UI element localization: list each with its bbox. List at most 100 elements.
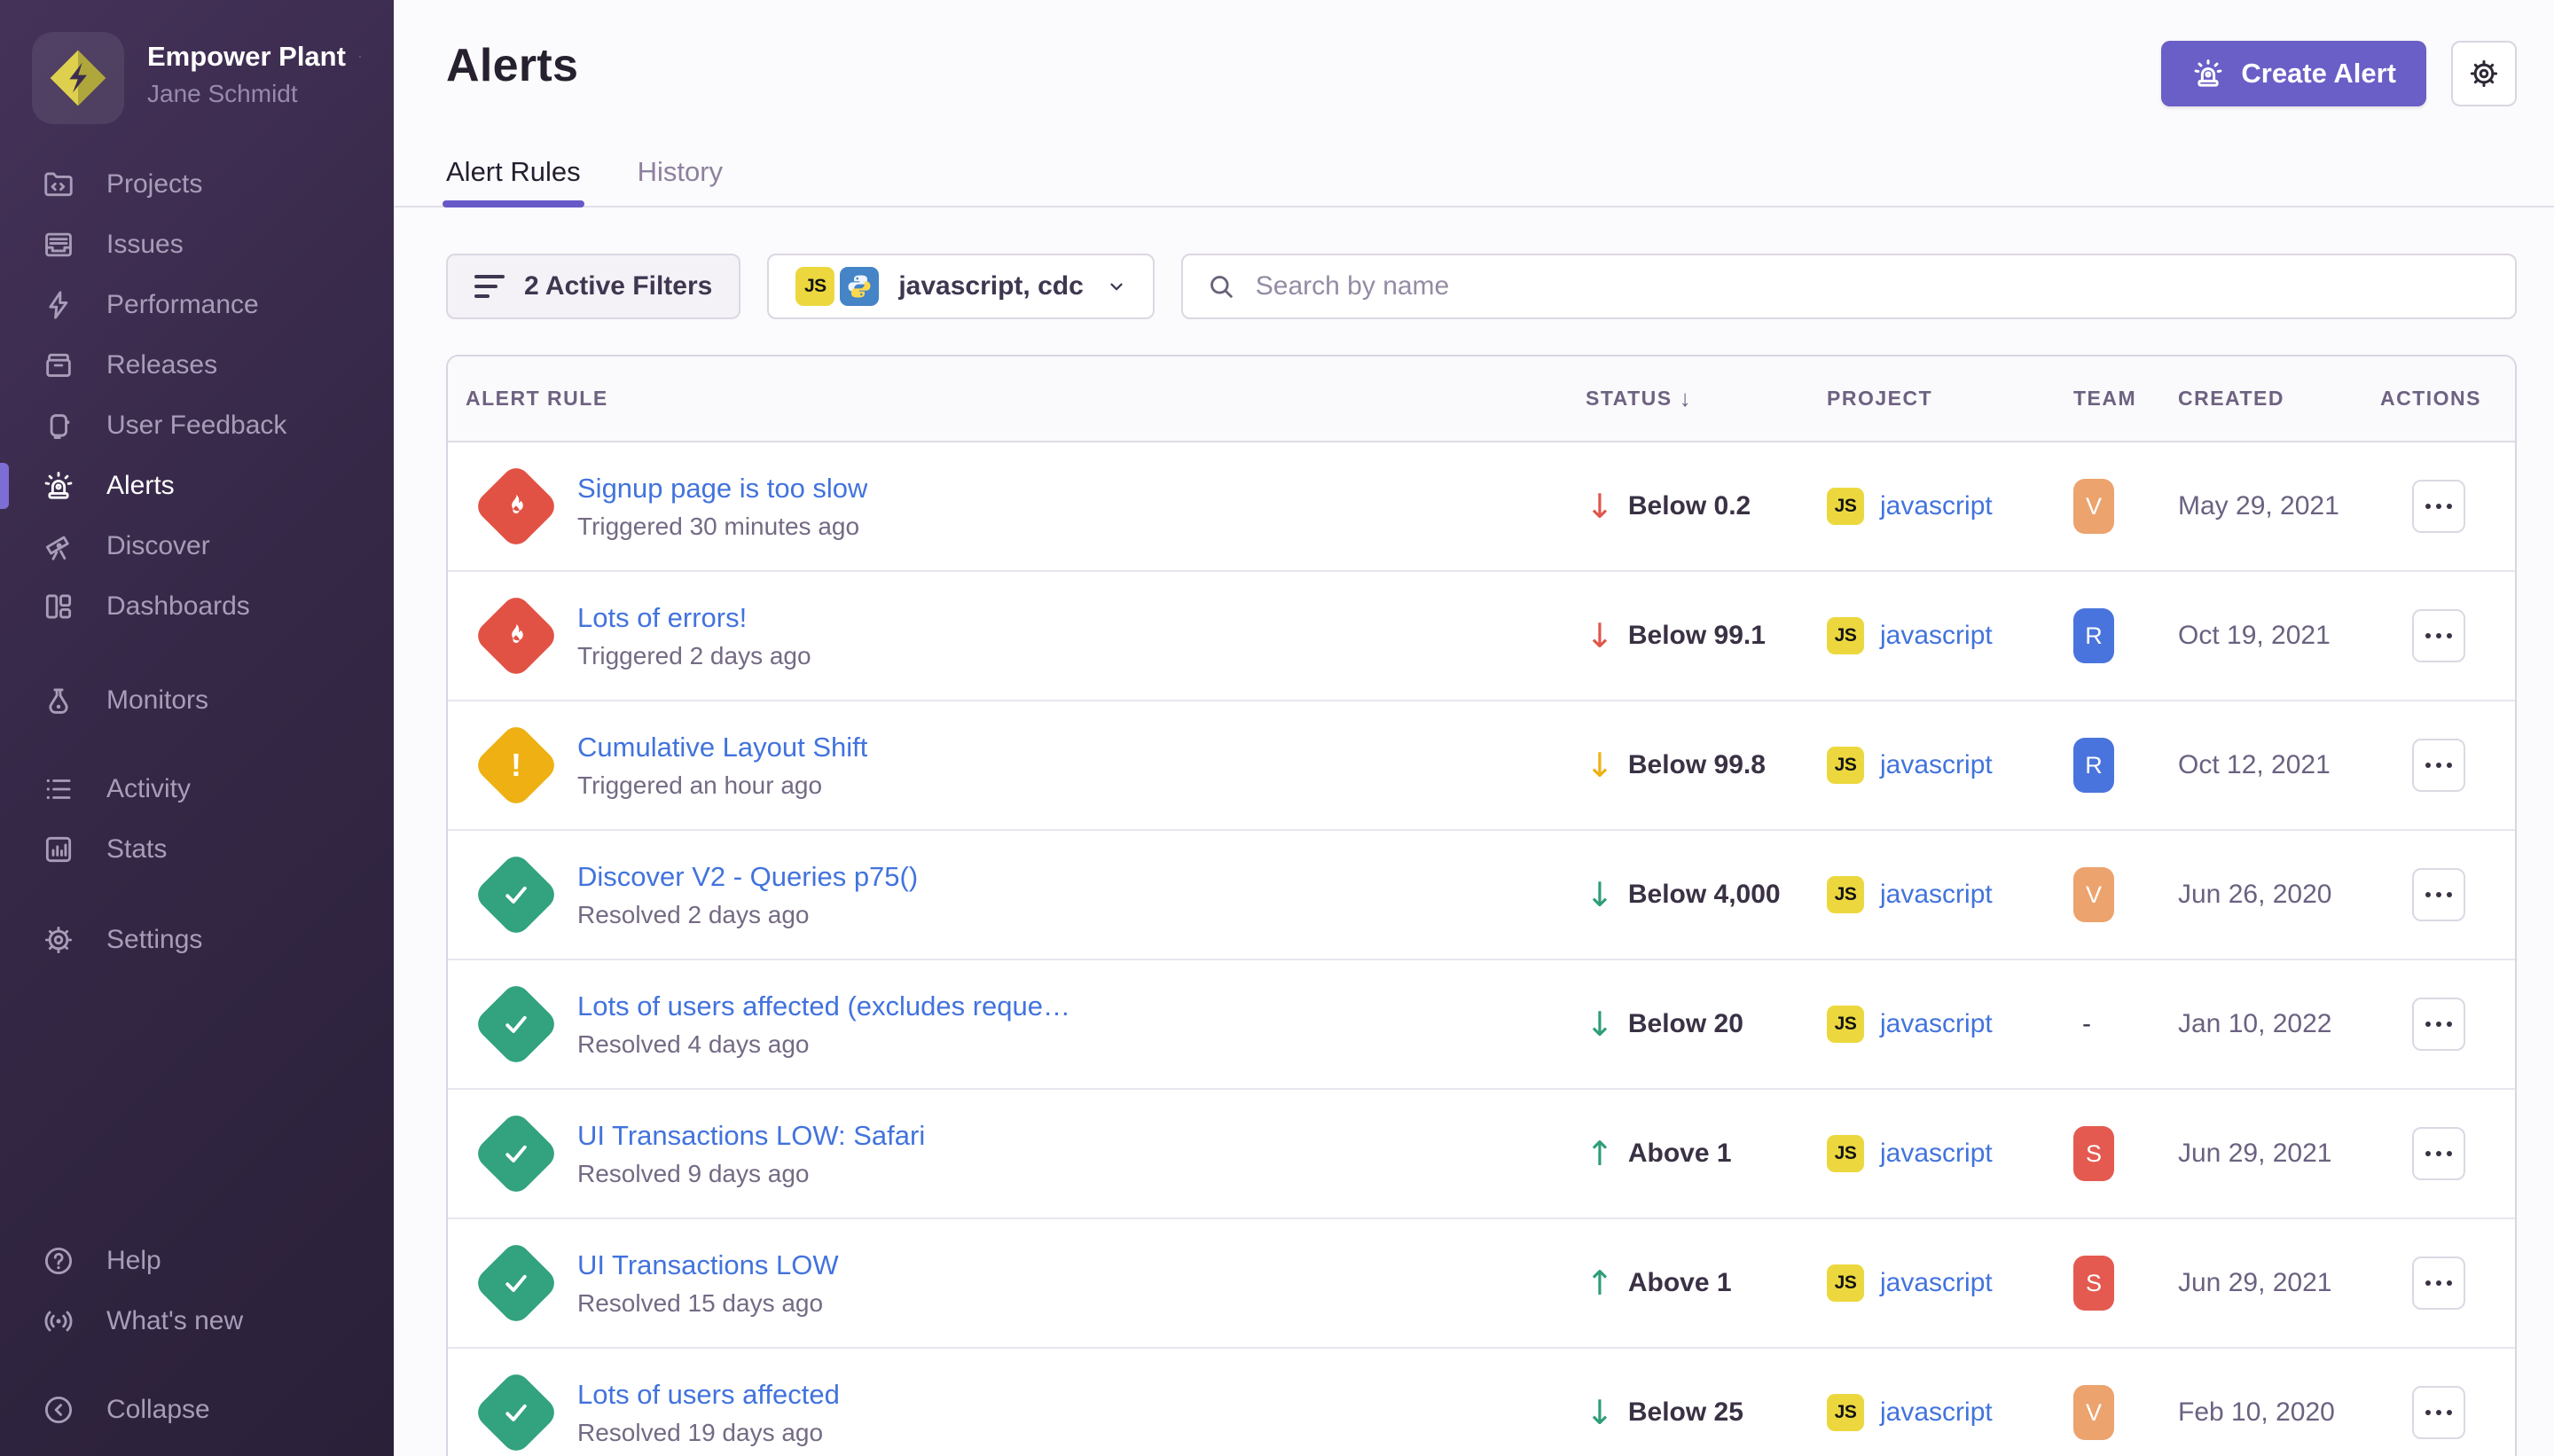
project-link[interactable]: javascript xyxy=(1880,750,1993,780)
sidebar-item-releases[interactable]: Releases xyxy=(0,335,394,395)
column-header-actions: ACTIONS xyxy=(2380,387,2497,411)
team-cell: R xyxy=(2073,608,2178,663)
row-actions-button[interactable] xyxy=(2412,1386,2465,1439)
team-avatar: S xyxy=(2073,1256,2114,1311)
project-link[interactable]: javascript xyxy=(1880,491,1993,521)
stats-icon xyxy=(41,832,76,867)
sidebar-footer-nav: Help What's new Collapse xyxy=(0,1231,394,1456)
project-link[interactable]: javascript xyxy=(1880,1139,1993,1169)
sidebar-item-user-feedback[interactable]: User Feedback xyxy=(0,395,394,456)
sidebar-item-collapse[interactable]: Collapse xyxy=(0,1380,394,1440)
status-value: Below 0.2 xyxy=(1628,491,1751,521)
active-filters-button[interactable]: 2 Active Filters xyxy=(446,254,740,319)
sidebar-item-activity[interactable]: Activity xyxy=(0,759,394,819)
performance-icon xyxy=(41,287,76,323)
sidebar-item-projects[interactable]: Projects xyxy=(0,154,394,215)
status-down-arrow-icon: ↓ xyxy=(1586,1396,1614,1429)
created-date: May 29, 2021 xyxy=(2178,491,2380,521)
alert-settings-button[interactable] xyxy=(2451,41,2517,106)
table-row: UI Transactions LOW: Safari Resolved 9 d… xyxy=(448,1090,2515,1219)
page-header: Alerts Create Alert xyxy=(394,0,2554,106)
column-header-status[interactable]: STATUS↓ xyxy=(1586,385,1827,412)
javascript-project-icon: JS xyxy=(1827,747,1864,784)
org-avatar xyxy=(32,32,124,124)
table-header-row: ALERT RULE STATUS↓ PROJECT TEAM CREATED … xyxy=(448,356,2515,442)
sidebar-item-monitors[interactable]: Monitors xyxy=(0,670,394,731)
alert-rule-title-link[interactable]: UI Transactions LOW: Safari xyxy=(577,1120,925,1152)
whats-new-icon xyxy=(41,1303,76,1339)
sidebar-item-help[interactable]: Help xyxy=(0,1231,394,1291)
team-cell: V xyxy=(2073,867,2178,922)
page-title: Alerts xyxy=(446,41,578,91)
alert-rule-title-link[interactable]: Cumulative Layout Shift xyxy=(577,732,867,763)
alert-rule-subtitle: Resolved 9 days ago xyxy=(577,1160,925,1188)
javascript-project-icon: JS xyxy=(795,267,834,306)
row-actions-button[interactable] xyxy=(2412,1127,2465,1180)
status-value: Below 4,000 xyxy=(1628,880,1781,910)
project-link[interactable]: javascript xyxy=(1880,880,1993,910)
team-cell: V xyxy=(2073,479,2178,534)
sidebar-nav: Projects Issues Performance Releases Use… xyxy=(0,154,394,970)
org-switcher[interactable]: Empower Plant Jane Schmidt xyxy=(0,32,394,124)
team-cell: V xyxy=(2073,1385,2178,1440)
sidebar-item-dashboards[interactable]: Dashboards xyxy=(0,576,394,637)
alert-rule-title-link[interactable]: Lots of users affected xyxy=(577,1379,840,1411)
row-actions-button[interactable] xyxy=(2412,998,2465,1051)
sidebar-item-what-s-new[interactable]: What's new xyxy=(0,1291,394,1351)
row-actions-button[interactable] xyxy=(2412,609,2465,662)
chevron-down-icon xyxy=(358,47,362,67)
status-value: Below 99.8 xyxy=(1628,750,1766,780)
status-down-arrow-icon: ↓ xyxy=(1586,748,1614,782)
status-value: Below 99.1 xyxy=(1628,621,1766,651)
team-none: - xyxy=(2073,1009,2091,1039)
row-actions-button[interactable] xyxy=(2412,1256,2465,1310)
project-selector[interactable]: JS javascript, cdc xyxy=(767,254,1154,319)
create-alert-button[interactable]: Create Alert xyxy=(2161,41,2426,106)
status-down-arrow-icon: ↓ xyxy=(1586,619,1614,653)
tab-history[interactable]: History xyxy=(638,156,723,206)
alert-rule-title-link[interactable]: Discover V2 - Queries p75() xyxy=(577,861,918,893)
sidebar-item-stats[interactable]: Stats xyxy=(0,819,394,880)
search-icon xyxy=(1206,271,1236,301)
row-actions-button[interactable] xyxy=(2412,868,2465,921)
alert-rule-title-link[interactable]: Lots of users affected (excludes reque… xyxy=(577,990,1070,1022)
org-name: Empower Plant xyxy=(147,41,346,73)
project-link[interactable]: javascript xyxy=(1880,1397,1993,1428)
sidebar-item-issues[interactable]: Issues xyxy=(0,215,394,275)
app-root: Empower Plant Jane Schmidt Projects Issu… xyxy=(0,0,2554,1456)
sidebar-item-discover[interactable]: Discover xyxy=(0,516,394,576)
row-actions-button[interactable] xyxy=(2412,480,2465,533)
main-area: Alerts Create Alert Alert Rules History … xyxy=(394,0,2554,1456)
project-link[interactable]: javascript xyxy=(1880,1009,1993,1039)
tab-alert-rules[interactable]: Alert Rules xyxy=(446,156,581,206)
table-row: Lots of users affected (excludes reque… … xyxy=(448,960,2515,1090)
team-avatar: R xyxy=(2073,608,2114,663)
status-value: Below 20 xyxy=(1628,1009,1743,1039)
alert-rule-title-link[interactable]: Signup page is too slow xyxy=(577,473,867,505)
issues-icon xyxy=(41,227,76,262)
search-box xyxy=(1181,254,2517,319)
alert-rule-subtitle: Resolved 15 days ago xyxy=(577,1289,839,1318)
team-cell: S xyxy=(2073,1126,2178,1181)
gear-icon xyxy=(2467,57,2501,90)
table-row: UI Transactions LOW Resolved 15 days ago… xyxy=(448,1219,2515,1349)
status-value: Above 1 xyxy=(1628,1139,1732,1169)
alert-warning-icon: ! xyxy=(473,722,560,810)
alert-resolved-icon xyxy=(473,851,560,939)
alert-rule-subtitle: Resolved 2 days ago xyxy=(577,901,918,929)
project-link[interactable]: javascript xyxy=(1880,621,1993,651)
sidebar-item-alerts[interactable]: Alerts xyxy=(0,456,394,516)
alert-rule-title-link[interactable]: UI Transactions LOW xyxy=(577,1249,839,1281)
row-actions-button[interactable] xyxy=(2412,739,2465,792)
javascript-project-icon: JS xyxy=(1827,1135,1864,1172)
sidebar-item-settings[interactable]: Settings xyxy=(0,910,394,970)
search-input[interactable] xyxy=(1254,270,2492,302)
dashboards-icon xyxy=(41,589,76,624)
project-link[interactable]: javascript xyxy=(1880,1268,1993,1298)
alert-rule-title-link[interactable]: Lots of errors! xyxy=(577,602,811,634)
status-up-arrow-icon: ↑ xyxy=(1586,1137,1614,1170)
created-date: Jun 29, 2021 xyxy=(2178,1268,2380,1298)
sidebar-item-performance[interactable]: Performance xyxy=(0,275,394,335)
created-date: Feb 10, 2020 xyxy=(2178,1397,2380,1428)
column-header-project: PROJECT xyxy=(1827,387,2073,411)
